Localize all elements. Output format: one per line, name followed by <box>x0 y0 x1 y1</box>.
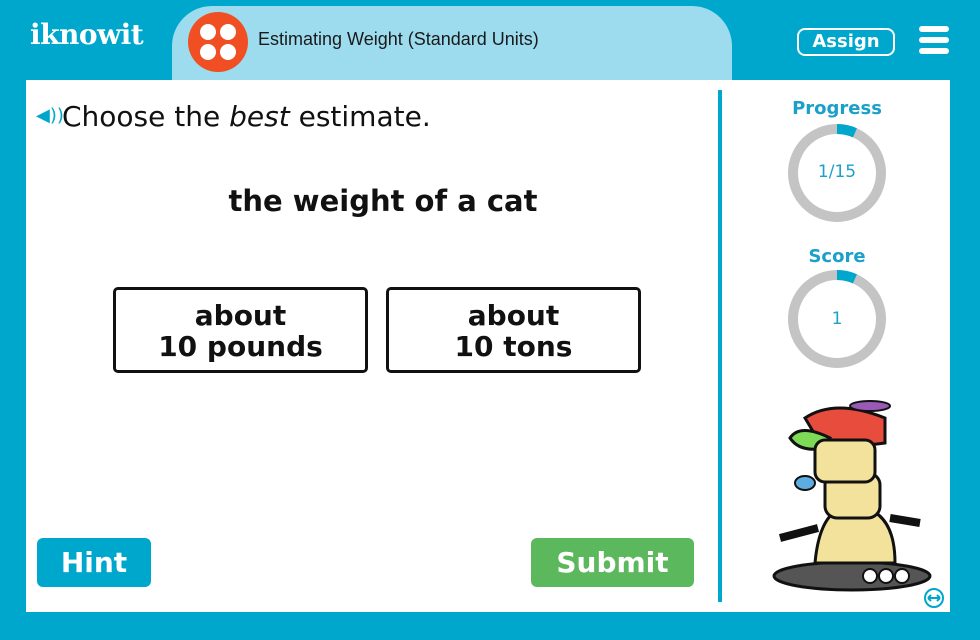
score-value: 1 <box>831 309 843 329</box>
speaker-icon[interactable]: ◀)) <box>36 105 64 126</box>
iknowit-logo[interactable]: iknowit <box>30 18 144 51</box>
instruction-text-end: estimate. <box>289 100 431 133</box>
submit-button[interactable]: Submit <box>531 538 694 587</box>
instruction-emphasis: best <box>229 100 290 133</box>
choice-line: about <box>194 299 287 332</box>
choice-line: about <box>467 299 560 332</box>
topic-title: Estimating Weight (Standard Units) <box>258 29 539 49</box>
dice-four-icon <box>188 12 248 72</box>
score-label: Score <box>808 246 866 267</box>
robot-mascot <box>772 400 932 592</box>
hint-button[interactable]: Hint <box>37 538 151 587</box>
instruction-text: Choose the <box>62 100 230 133</box>
choice-line: 10 pounds <box>158 330 323 363</box>
question-prompt: the weight of a cat <box>228 184 538 218</box>
choice-option[interactable]: about 10 tons <box>386 287 641 373</box>
choice-option[interactable]: about 10 pounds <box>113 287 368 373</box>
choice-line: 10 tons <box>454 330 573 363</box>
logo-text: iknowit <box>30 18 144 51</box>
progress-value: 1/15 <box>817 162 857 182</box>
hamburger-menu-icon[interactable] <box>919 26 949 54</box>
panel-divider <box>718 90 722 602</box>
assign-button[interactable]: Assign <box>797 28 895 56</box>
expand-arrows-icon[interactable] <box>923 587 945 609</box>
instruction: ◀))Choose the best estimate. <box>36 100 431 133</box>
progress-label: Progress <box>792 98 882 119</box>
